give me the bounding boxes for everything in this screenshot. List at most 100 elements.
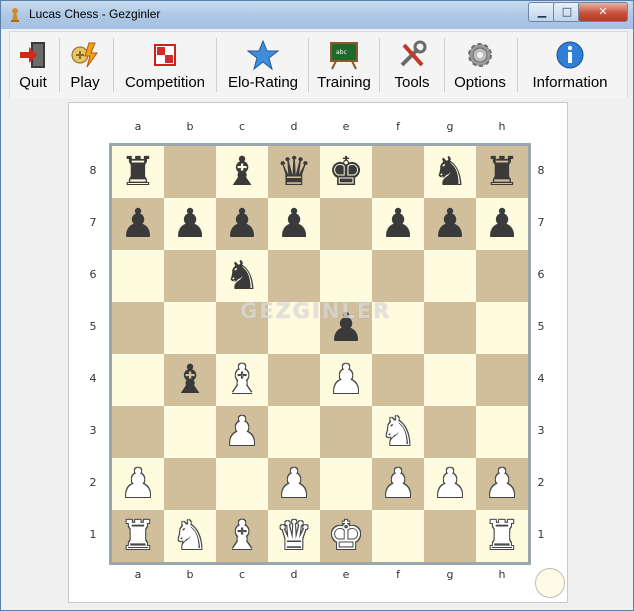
minimize-button[interactable]: ▁ xyxy=(528,2,556,22)
square-g7[interactable]: ♟ xyxy=(424,198,476,250)
square-f8[interactable] xyxy=(372,146,424,198)
square-e1[interactable]: ♚ xyxy=(320,510,372,562)
square-a2[interactable]: ♟ xyxy=(112,458,164,510)
square-a1[interactable]: ♜ xyxy=(112,510,164,562)
square-a5[interactable] xyxy=(112,302,164,354)
white-pawn-piece[interactable]: ♟ xyxy=(216,406,268,458)
square-a4[interactable] xyxy=(112,354,164,406)
white-pawn-piece[interactable]: ♟ xyxy=(372,458,424,510)
white-bishop-piece[interactable]: ♝ xyxy=(216,354,268,406)
square-a8[interactable]: ♜ xyxy=(112,146,164,198)
square-d1[interactable]: ♛ xyxy=(268,510,320,562)
white-pawn-piece[interactable]: ♟ xyxy=(320,354,372,406)
square-c7[interactable]: ♟ xyxy=(216,198,268,250)
square-g8[interactable]: ♞ xyxy=(424,146,476,198)
black-knight-piece[interactable]: ♞ xyxy=(424,146,476,198)
square-b5[interactable] xyxy=(164,302,216,354)
tools-button[interactable]: Tools xyxy=(382,32,442,96)
white-rook-piece[interactable]: ♜ xyxy=(476,510,528,562)
maximize-button[interactable]: □ xyxy=(553,2,581,22)
white-rook-piece[interactable]: ♜ xyxy=(112,510,164,562)
quit-button[interactable]: Quit xyxy=(10,32,56,96)
square-b6[interactable] xyxy=(164,250,216,302)
square-c1[interactable]: ♝ xyxy=(216,510,268,562)
square-f6[interactable] xyxy=(372,250,424,302)
black-bishop-piece[interactable]: ♝ xyxy=(216,146,268,198)
square-f4[interactable] xyxy=(372,354,424,406)
black-pawn-piece[interactable]: ♟ xyxy=(216,198,268,250)
white-knight-piece[interactable]: ♞ xyxy=(372,406,424,458)
square-c2[interactable] xyxy=(216,458,268,510)
square-b4[interactable]: ♝ xyxy=(164,354,216,406)
square-d2[interactable]: ♟ xyxy=(268,458,320,510)
black-queen-piece[interactable]: ♛ xyxy=(268,146,320,198)
square-g6[interactable] xyxy=(424,250,476,302)
square-h7[interactable]: ♟ xyxy=(476,198,528,250)
square-b3[interactable] xyxy=(164,406,216,458)
training-button[interactable]: abc Training xyxy=(312,32,376,96)
square-a6[interactable] xyxy=(112,250,164,302)
square-c6[interactable]: ♞ xyxy=(216,250,268,302)
information-button[interactable]: Information xyxy=(522,32,618,96)
close-button[interactable]: ✕ xyxy=(578,2,628,22)
chess-board[interactable]: ♜ ♝ ♛ ♚ ♞ ♜ ♟ ♟ ♟ ♟ ♟ ♟ ♟ ♞ ♟ ♝ ♝ ♟ ♟ ♞ ♟ ♟ ♟ ♟ ♟ ♜ ♞ ♝ ♛ ♚ ♜ xyxy=(109,143,531,565)
square-g3[interactable] xyxy=(424,406,476,458)
square-c3[interactable]: ♟ xyxy=(216,406,268,458)
white-knight-piece[interactable]: ♞ xyxy=(164,510,216,562)
square-e2[interactable] xyxy=(320,458,372,510)
square-e4[interactable]: ♟ xyxy=(320,354,372,406)
black-rook-piece[interactable]: ♜ xyxy=(476,146,528,198)
square-h6[interactable] xyxy=(476,250,528,302)
square-g1[interactable] xyxy=(424,510,476,562)
black-knight-piece[interactable]: ♞ xyxy=(216,250,268,302)
square-a7[interactable]: ♟ xyxy=(112,198,164,250)
square-f2[interactable]: ♟ xyxy=(372,458,424,510)
elo-rating-button[interactable]: Elo-Rating xyxy=(220,32,306,96)
black-rook-piece[interactable]: ♜ xyxy=(112,146,164,198)
square-f1[interactable] xyxy=(372,510,424,562)
play-button[interactable]: Play xyxy=(62,32,108,96)
white-pawn-piece[interactable]: ♟ xyxy=(268,458,320,510)
square-f7[interactable]: ♟ xyxy=(372,198,424,250)
square-h2[interactable]: ♟ xyxy=(476,458,528,510)
square-h5[interactable] xyxy=(476,302,528,354)
square-h3[interactable] xyxy=(476,406,528,458)
square-b2[interactable] xyxy=(164,458,216,510)
white-queen-piece[interactable]: ♛ xyxy=(268,510,320,562)
square-b8[interactable] xyxy=(164,146,216,198)
square-b7[interactable]: ♟ xyxy=(164,198,216,250)
white-king-piece[interactable]: ♚ xyxy=(320,510,372,562)
square-h1[interactable]: ♜ xyxy=(476,510,528,562)
square-f3[interactable]: ♞ xyxy=(372,406,424,458)
black-pawn-piece[interactable]: ♟ xyxy=(372,198,424,250)
square-d3[interactable] xyxy=(268,406,320,458)
square-a3[interactable] xyxy=(112,406,164,458)
square-h4[interactable] xyxy=(476,354,528,406)
square-c4[interactable]: ♝ xyxy=(216,354,268,406)
white-pawn-piece[interactable]: ♟ xyxy=(112,458,164,510)
black-pawn-piece[interactable]: ♟ xyxy=(268,198,320,250)
square-g4[interactable] xyxy=(424,354,476,406)
square-g5[interactable] xyxy=(424,302,476,354)
white-pawn-piece[interactable]: ♟ xyxy=(424,458,476,510)
black-king-piece[interactable]: ♚ xyxy=(320,146,372,198)
square-e3[interactable] xyxy=(320,406,372,458)
square-d7[interactable]: ♟ xyxy=(268,198,320,250)
square-c8[interactable]: ♝ xyxy=(216,146,268,198)
square-e6[interactable] xyxy=(320,250,372,302)
square-d6[interactable] xyxy=(268,250,320,302)
square-b1[interactable]: ♞ xyxy=(164,510,216,562)
square-e8[interactable]: ♚ xyxy=(320,146,372,198)
square-d8[interactable]: ♛ xyxy=(268,146,320,198)
competition-button[interactable]: Competition xyxy=(116,32,214,96)
white-pawn-piece[interactable]: ♟ xyxy=(476,458,528,510)
black-bishop-piece[interactable]: ♝ xyxy=(164,354,216,406)
square-g2[interactable]: ♟ xyxy=(424,458,476,510)
black-pawn-piece[interactable]: ♟ xyxy=(164,198,216,250)
black-pawn-piece[interactable]: ♟ xyxy=(424,198,476,250)
square-d4[interactable] xyxy=(268,354,320,406)
square-h8[interactable]: ♜ xyxy=(476,146,528,198)
options-button[interactable]: Options xyxy=(448,32,512,96)
white-bishop-piece[interactable]: ♝ xyxy=(216,510,268,562)
title-bar[interactable]: Lucas Chess - Gezginler ▁ □ ✕ xyxy=(1,1,633,29)
